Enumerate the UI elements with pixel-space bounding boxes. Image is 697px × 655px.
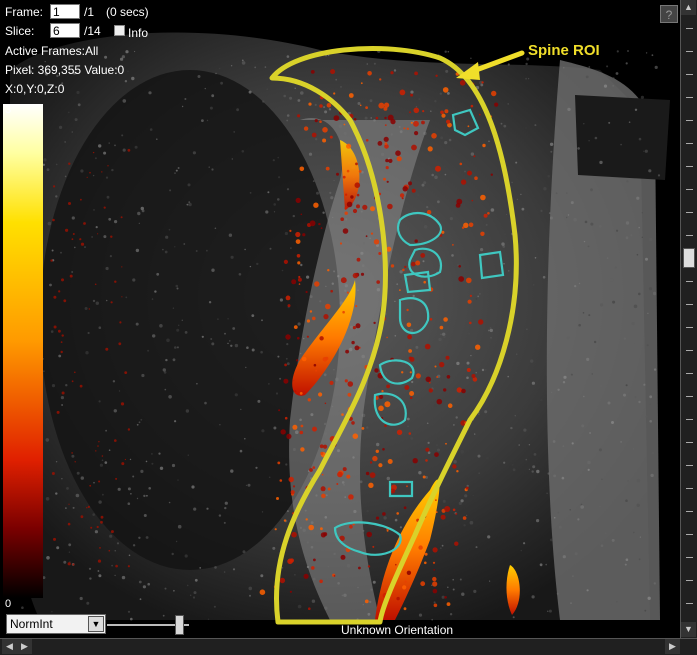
scroll-tick — [686, 419, 693, 420]
slice-total: /14 — [84, 24, 101, 38]
colormap-select[interactable]: NormInt ▼ — [6, 614, 106, 634]
scroll-tick — [686, 511, 693, 512]
scroll-tick — [686, 97, 693, 98]
frame-input[interactable]: 1 — [50, 4, 80, 19]
colorbar-min-label: 0 — [5, 598, 12, 610]
scroll-tick — [686, 557, 693, 558]
frame-total: /1 — [84, 5, 95, 19]
spine-roi-label: Spine ROI — [528, 42, 600, 59]
info-checkbox[interactable] — [114, 25, 125, 36]
scroll-tick — [686, 350, 693, 351]
scroll-tick — [686, 143, 693, 144]
scroll-tick — [686, 189, 693, 190]
scroll-tick — [686, 465, 693, 466]
scroll-tick — [686, 212, 693, 213]
scroll-right-icon[interactable]: ▶ — [17, 639, 32, 654]
slice-input[interactable]: 6 — [50, 23, 80, 38]
scroll-tick — [686, 488, 693, 489]
scroll-right-end-icon[interactable]: ▶ — [665, 639, 680, 654]
scroll-tick — [686, 74, 693, 75]
mri-image[interactable] — [0, 0, 697, 655]
info-label: Info — [128, 26, 149, 40]
scroll-left-icon[interactable]: ◀ — [2, 639, 17, 654]
scroll-tick — [686, 603, 693, 604]
scroll-tick — [686, 51, 693, 52]
slice-label: Slice: — [5, 24, 35, 38]
image-viewer[interactable]: Frame: 1 /1 (0 secs) Slice: 6 /14 Info A… — [0, 0, 697, 655]
scroll-tick — [686, 120, 693, 121]
scroll-tick — [686, 281, 693, 282]
vertical-scrollbar[interactable]: ▲ ▼ — [680, 0, 697, 638]
scroll-tick — [686, 166, 693, 167]
scroll-tick — [686, 580, 693, 581]
scroll-tick — [686, 534, 693, 535]
colormap-value: NormInt — [10, 617, 53, 631]
colorbar-max-label: 3 — [5, 104, 12, 116]
horizontal-scrollbar[interactable]: ◀ ▶ ▶ — [0, 638, 697, 655]
scroll-tick — [686, 235, 693, 236]
orientation-label: Unknown Orientation — [341, 623, 454, 637]
chevron-down-icon[interactable]: ▼ — [88, 616, 104, 632]
active-frames-text: Active Frames:All — [5, 44, 99, 58]
scroll-tick — [686, 442, 693, 443]
vertical-scroll-thumb[interactable] — [683, 248, 695, 268]
scroll-down-icon[interactable]: ▼ — [681, 622, 696, 637]
scroll-tick — [686, 396, 693, 397]
scroll-up-icon[interactable]: ▲ — [681, 0, 696, 15]
colorbar — [3, 104, 43, 598]
coords-text: X:0,Y:0,Z:0 — [5, 82, 65, 96]
dark-patch — [575, 95, 670, 180]
scroll-tick — [686, 373, 693, 374]
help-button[interactable]: ? — [660, 5, 678, 23]
frame-label: Frame: — [5, 5, 44, 19]
frame-time: (0 secs) — [106, 5, 149, 19]
intensity-slider-thumb[interactable] — [174, 615, 184, 635]
pixel-info-text: Pixel: 369,355 Value:0 — [5, 63, 125, 77]
scroll-tick — [686, 28, 693, 29]
scroll-tick — [686, 304, 693, 305]
scroll-tick — [686, 327, 693, 328]
